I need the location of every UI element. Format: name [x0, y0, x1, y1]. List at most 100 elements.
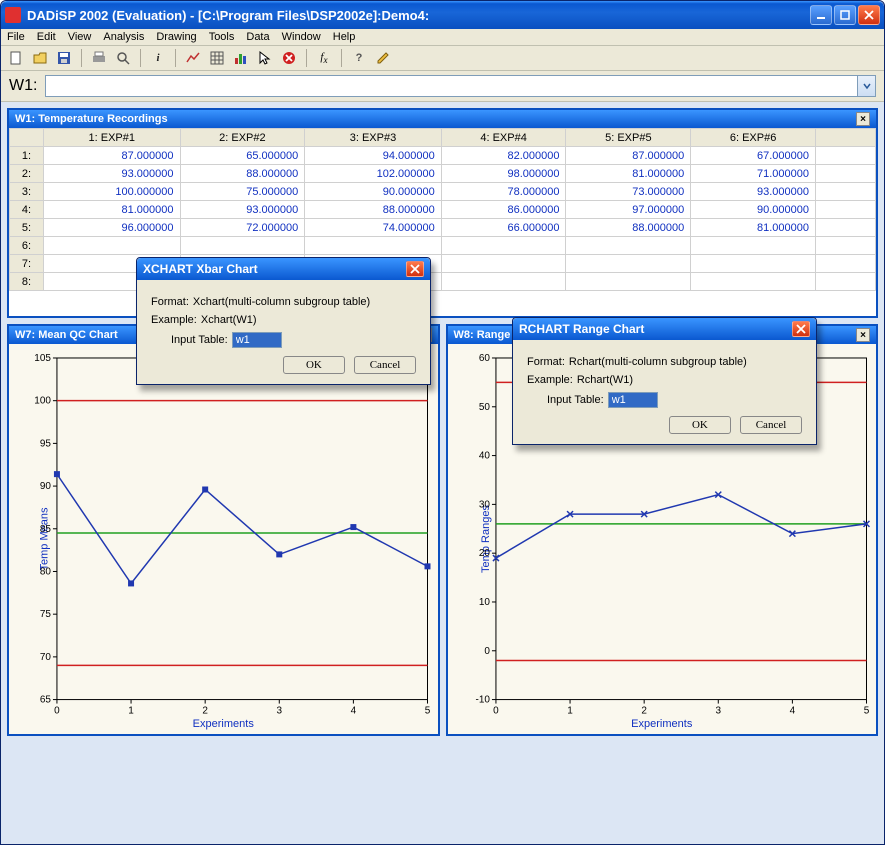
svg-text:20: 20 [478, 548, 490, 559]
formula-input[interactable] [45, 75, 858, 97]
range-chart-close[interactable]: × [856, 328, 870, 342]
table-cell[interactable] [691, 237, 816, 255]
xchart-input-field[interactable] [232, 332, 282, 348]
table-cell[interactable]: 93.000000 [691, 183, 816, 201]
table-cell[interactable] [566, 237, 691, 255]
menu-analysis[interactable]: Analysis [103, 31, 144, 43]
table-cell[interactable]: 98.000000 [441, 165, 566, 183]
col-header[interactable]: 2: EXP#2 [180, 129, 305, 147]
help-tool[interactable]: ? [350, 49, 368, 67]
row-header[interactable]: 6: [10, 237, 44, 255]
table-cell[interactable]: 87.000000 [44, 147, 181, 165]
table-cell[interactable]: 65.000000 [180, 147, 305, 165]
rchart-cancel-button[interactable]: Cancel [740, 416, 802, 434]
chart-tool-1[interactable] [184, 49, 202, 67]
col-header[interactable]: 5: EXP#5 [566, 129, 691, 147]
table-cell[interactable]: 88.000000 [305, 201, 442, 219]
row-header[interactable]: 2: [10, 165, 44, 183]
table-cell[interactable] [441, 237, 566, 255]
menu-data[interactable]: Data [246, 31, 269, 43]
table-cell[interactable]: 88.000000 [566, 219, 691, 237]
open-button[interactable] [31, 49, 49, 67]
titlebar: DADiSP 2002 (Evaluation) - [C:\Program F… [1, 1, 884, 29]
table-cell[interactable]: 94.000000 [305, 147, 442, 165]
menu-view[interactable]: View [68, 31, 92, 43]
rchart-input-field[interactable] [608, 392, 658, 408]
maximize-button[interactable] [834, 5, 856, 25]
table-cell[interactable] [566, 273, 691, 291]
edit-tool[interactable] [374, 49, 392, 67]
table-cell[interactable]: 67.000000 [691, 147, 816, 165]
table-cell[interactable]: 102.000000 [305, 165, 442, 183]
menu-tools[interactable]: Tools [209, 31, 235, 43]
close-button[interactable] [858, 5, 880, 25]
row-header[interactable]: 5: [10, 219, 44, 237]
stop-icon [281, 50, 297, 66]
table-pane-close[interactable]: × [856, 112, 870, 126]
print-button[interactable] [90, 49, 108, 67]
table-cell[interactable]: 78.000000 [441, 183, 566, 201]
table-cell[interactable] [691, 273, 816, 291]
col-header[interactable]: 3: EXP#3 [305, 129, 442, 147]
row-header[interactable]: 4: [10, 201, 44, 219]
table-cell[interactable]: 82.000000 [441, 147, 566, 165]
table-cell[interactable]: 100.000000 [44, 183, 181, 201]
table-cell[interactable] [441, 255, 566, 273]
xchart-dialog-close[interactable] [406, 261, 424, 277]
table-cell[interactable]: 90.000000 [691, 201, 816, 219]
menu-window[interactable]: Window [282, 31, 321, 43]
table-cell[interactable]: 93.000000 [44, 165, 181, 183]
table-cell[interactable]: 81.000000 [691, 219, 816, 237]
table-cell[interactable]: 93.000000 [180, 201, 305, 219]
rchart-dialog-close[interactable] [792, 321, 810, 337]
xchart-ok-button[interactable]: OK [283, 356, 345, 374]
menu-drawing[interactable]: Drawing [156, 31, 196, 43]
row-header[interactable]: 7: [10, 255, 44, 273]
table-cell[interactable]: 72.000000 [180, 219, 305, 237]
cursor-tool[interactable] [256, 49, 274, 67]
mean-chart-body[interactable]: Temp Means Experiments 65707580859095100… [9, 344, 438, 734]
stop-tool[interactable] [280, 49, 298, 67]
table-cell[interactable]: 87.000000 [566, 147, 691, 165]
row-header[interactable]: 8: [10, 273, 44, 291]
table-cell[interactable]: 66.000000 [441, 219, 566, 237]
table-cell[interactable]: 71.000000 [691, 165, 816, 183]
rchart-dialog-title[interactable]: RCHART Range Chart [513, 318, 816, 340]
table-cell[interactable]: 88.000000 [180, 165, 305, 183]
bar-chart-tool[interactable] [232, 49, 250, 67]
formula-dropdown[interactable] [858, 75, 876, 97]
table-cell[interactable]: 90.000000 [305, 183, 442, 201]
table-cell[interactable] [566, 255, 691, 273]
col-header[interactable]: 6: EXP#6 [691, 129, 816, 147]
table-cell[interactable] [44, 237, 181, 255]
save-button[interactable] [55, 49, 73, 67]
row-header[interactable]: 3: [10, 183, 44, 201]
table-cell[interactable]: 97.000000 [566, 201, 691, 219]
xchart-cancel-button[interactable]: Cancel [354, 356, 416, 374]
new-button[interactable] [7, 49, 25, 67]
table-cell[interactable]: 75.000000 [180, 183, 305, 201]
table-cell[interactable] [180, 237, 305, 255]
table-cell[interactable]: 81.000000 [44, 201, 181, 219]
rchart-ok-button[interactable]: OK [669, 416, 731, 434]
table-cell[interactable]: 74.000000 [305, 219, 442, 237]
table-cell[interactable] [441, 273, 566, 291]
menu-file[interactable]: File [7, 31, 25, 43]
table-cell[interactable] [305, 237, 442, 255]
info-button[interactable]: i [149, 49, 167, 67]
grid-tool[interactable] [208, 49, 226, 67]
col-header[interactable]: 4: EXP#4 [441, 129, 566, 147]
table-cell[interactable]: 73.000000 [566, 183, 691, 201]
table-cell[interactable]: 86.000000 [441, 201, 566, 219]
table-cell[interactable]: 81.000000 [566, 165, 691, 183]
menu-help[interactable]: Help [333, 31, 356, 43]
minimize-button[interactable] [810, 5, 832, 25]
menu-edit[interactable]: Edit [37, 31, 56, 43]
table-cell[interactable] [691, 255, 816, 273]
preview-button[interactable] [114, 49, 132, 67]
xchart-dialog-title[interactable]: XCHART Xbar Chart [137, 258, 430, 280]
fx-tool[interactable]: fx [315, 49, 333, 67]
col-header[interactable]: 1: EXP#1 [44, 129, 181, 147]
table-cell[interactable]: 96.000000 [44, 219, 181, 237]
row-header[interactable]: 1: [10, 147, 44, 165]
